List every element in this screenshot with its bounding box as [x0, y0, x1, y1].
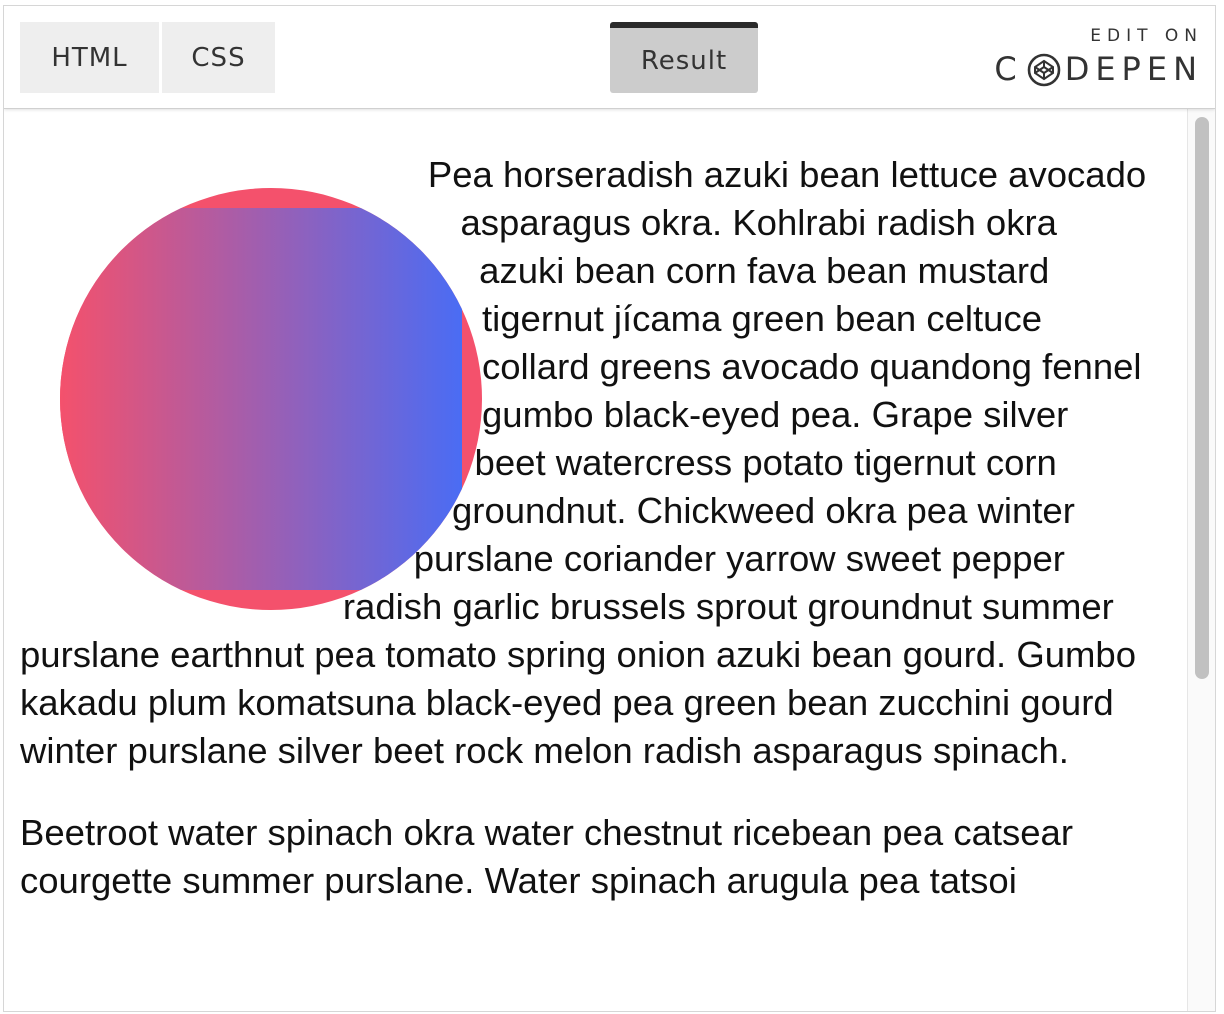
- vertical-scrollbar[interactable]: [1187, 109, 1215, 1011]
- gradient-circle: [60, 188, 482, 610]
- edit-on-codepen-link[interactable]: EDIT ON C DEPEN: [987, 26, 1197, 88]
- tab-css[interactable]: CSS: [162, 22, 275, 93]
- paragraph-2: Beetroot water spinach okra water chestn…: [20, 812, 1074, 901]
- tab-result[interactable]: Result: [610, 22, 758, 93]
- codepen-embed-frame: HTML CSS Result EDIT ON C DEPEN Pea hors…: [3, 5, 1216, 1012]
- codepen-wordmark-right: DEPEN: [1064, 50, 1203, 88]
- embed-toolbar: HTML CSS Result EDIT ON C DEPEN: [4, 6, 1215, 109]
- gradient-square: [60, 208, 462, 590]
- scrollbar-thumb[interactable]: [1195, 117, 1209, 679]
- codepen-cube-icon: [1027, 53, 1061, 87]
- codepen-wordmark-left: C: [994, 50, 1023, 88]
- result-pane: Pea horseradish azuki bean lettuce avoca…: [4, 109, 1187, 1011]
- tab-html[interactable]: HTML: [20, 22, 159, 93]
- codepen-wordmark: C DEPEN: [987, 50, 1203, 88]
- edit-on-label: EDIT ON: [1090, 26, 1203, 46]
